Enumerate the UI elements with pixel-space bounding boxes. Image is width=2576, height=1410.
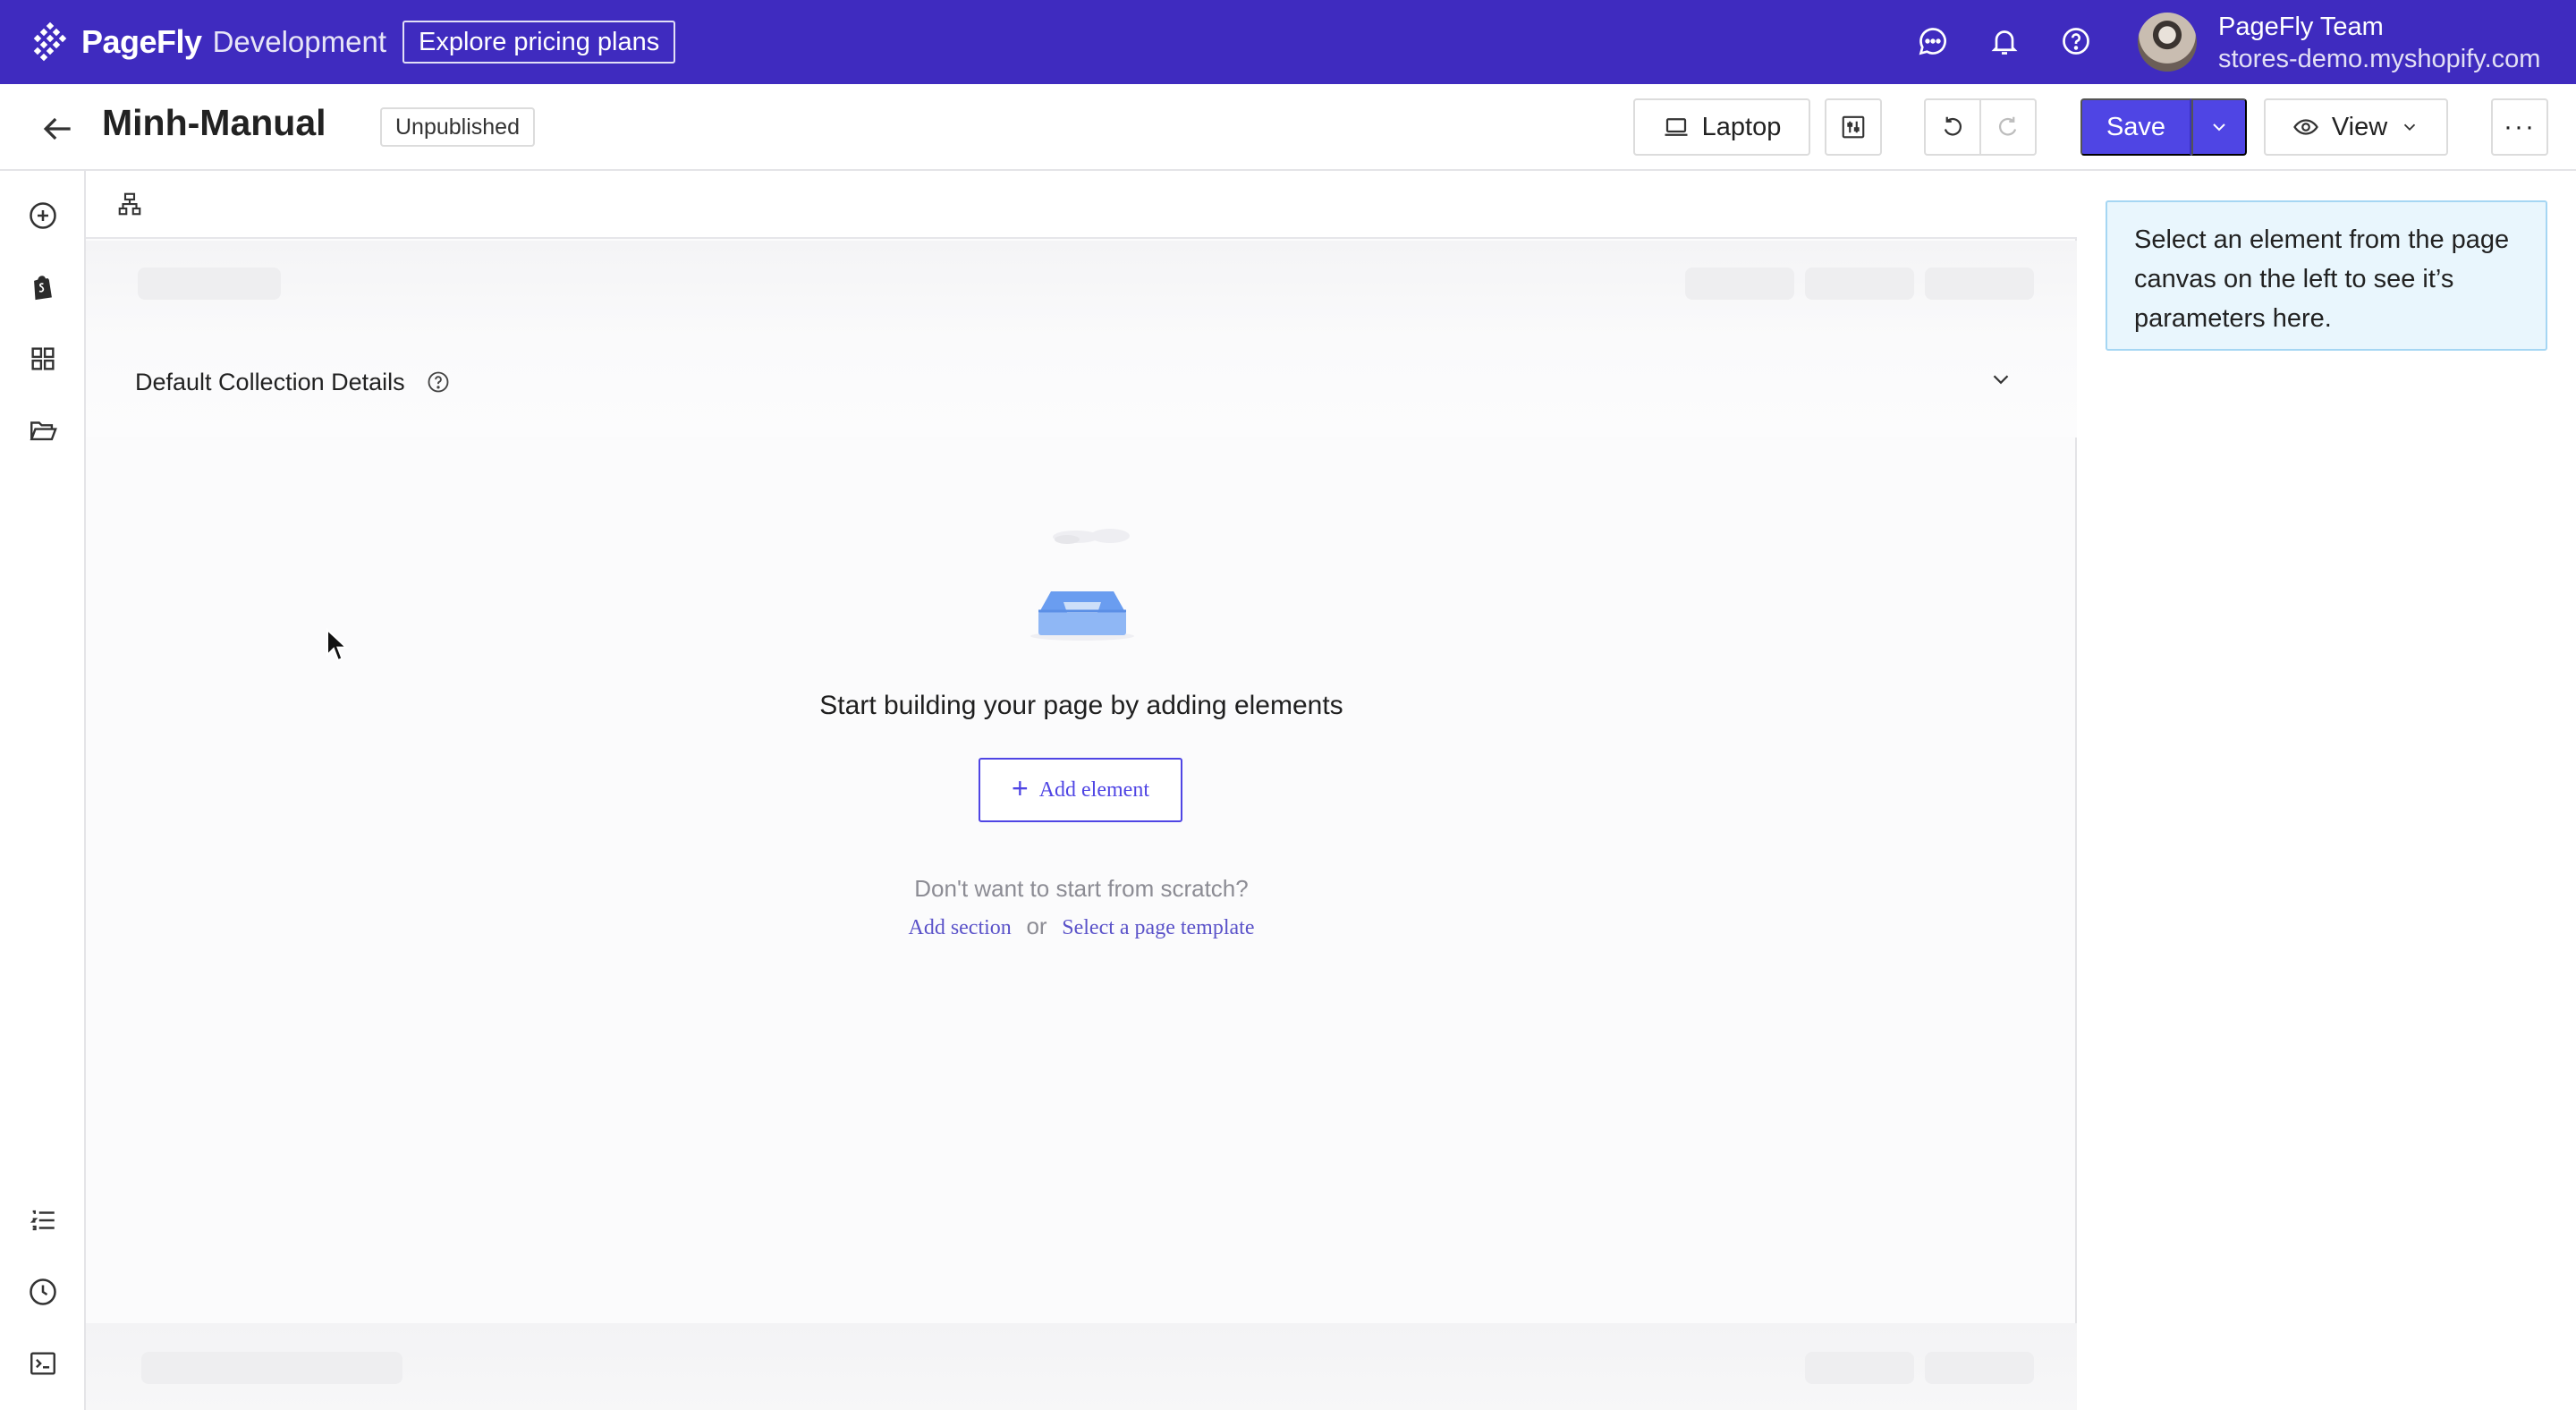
- back-arrow-icon[interactable]: [38, 109, 77, 149]
- store-domain: stores-demo.myshopify.com: [2218, 45, 2541, 73]
- view-button[interactable]: View: [2264, 98, 2448, 156]
- sliders-icon: [1842, 115, 1865, 139]
- save-button-group: Save: [2080, 98, 2247, 156]
- save-button[interactable]: Save: [2080, 98, 2191, 156]
- history-icon[interactable]: [25, 1274, 61, 1310]
- add-element-label: Add element: [1038, 777, 1149, 802]
- page-title[interactable]: Minh-Manual: [102, 102, 326, 144]
- top-bar: PageFly Development Explore pricing plan…: [0, 0, 2576, 84]
- bell-icon[interactable]: [1986, 21, 2023, 62]
- redo-button[interactable]: [1979, 98, 2037, 156]
- brand-name: PageFly: [81, 23, 202, 60]
- account-name: PageFly Team: [2218, 13, 2384, 41]
- save-options-button[interactable]: [2191, 98, 2247, 156]
- empty-box-icon: [1030, 529, 1134, 641]
- environment-label: Development: [212, 25, 387, 58]
- device-label: Laptop: [1701, 112, 1782, 141]
- terminal-icon[interactable]: [25, 1346, 61, 1381]
- undo-button[interactable]: [1924, 98, 1981, 156]
- inspector-hint: Select an element from the page canvas o…: [2106, 200, 2547, 351]
- device-laptop-button[interactable]: Laptop: [1633, 98, 1810, 156]
- page-settings-button[interactable]: [1825, 98, 1882, 156]
- chevron-down-icon[interactable]: [1987, 366, 2014, 393]
- view-label: View: [2331, 112, 2388, 141]
- alternative-links: Add section or Select a page template: [86, 913, 2077, 940]
- chevron-down-icon: [2404, 123, 2416, 132]
- add-element-button[interactable]: + Add element: [979, 758, 1182, 822]
- folder-icon[interactable]: [25, 412, 61, 448]
- laptop-icon: [1665, 118, 1688, 136]
- pagefly-logo-icon: [33, 21, 67, 62]
- logo[interactable]: PageFly Development: [30, 21, 386, 63]
- footer-placeholder: [86, 1323, 2077, 1410]
- grid-icon[interactable]: [25, 341, 61, 377]
- collection-section[interactable]: Default Collection Details: [86, 339, 2077, 437]
- eye-icon: [2293, 119, 2318, 135]
- avatar[interactable]: [2138, 13, 2197, 72]
- editor-header: Minh-Manual Unpublished Laptop Save View…: [0, 84, 2576, 171]
- account-info[interactable]: PageFly Team stores-demo.myshopify.com: [2218, 11, 2540, 75]
- inspector-panel: Select an element from the page canvas o…: [2077, 171, 2576, 1410]
- or-text: or: [1026, 913, 1047, 939]
- plus-icon: +: [1012, 772, 1029, 804]
- mouse-cursor-icon: [326, 628, 349, 662]
- empty-state: Start building your page by adding eleme…: [86, 439, 2077, 1155]
- question-icon[interactable]: [426, 369, 451, 395]
- help-icon[interactable]: [2057, 21, 2095, 62]
- status-badge: Unpublished: [380, 107, 535, 147]
- sitemap-icon[interactable]: [116, 191, 143, 217]
- add-section-link[interactable]: Add section: [908, 916, 1011, 939]
- list-icon[interactable]: [25, 1202, 61, 1238]
- collection-title: Default Collection Details: [135, 369, 405, 395]
- canvas-toolbar: [86, 171, 2077, 239]
- shopify-icon[interactable]: [25, 269, 61, 305]
- page-canvas[interactable]: Default Collection Details Start buildin…: [86, 171, 2077, 1410]
- pagefly-editor: PageFly Development Explore pricing plan…: [0, 0, 2576, 1410]
- scratch-prompt: Don't want to start from scratch?: [914, 875, 1249, 902]
- explore-pricing-button[interactable]: Explore pricing plans: [402, 21, 676, 64]
- more-options-button[interactable]: ···: [2491, 98, 2548, 156]
- undo-icon: [1944, 116, 1962, 136]
- empty-state-title: Start building your page by adding eleme…: [819, 691, 1343, 720]
- header-placeholder: [86, 241, 2077, 339]
- chevron-down-icon: [2213, 123, 2225, 132]
- add-element-icon[interactable]: [25, 198, 61, 234]
- top-icon-group: [1914, 21, 2095, 62]
- chat-icon[interactable]: [1914, 21, 1952, 62]
- redo-icon: [1998, 116, 2017, 136]
- left-sidebar: [0, 171, 86, 1410]
- select-template-link[interactable]: Select a page template: [1062, 916, 1254, 939]
